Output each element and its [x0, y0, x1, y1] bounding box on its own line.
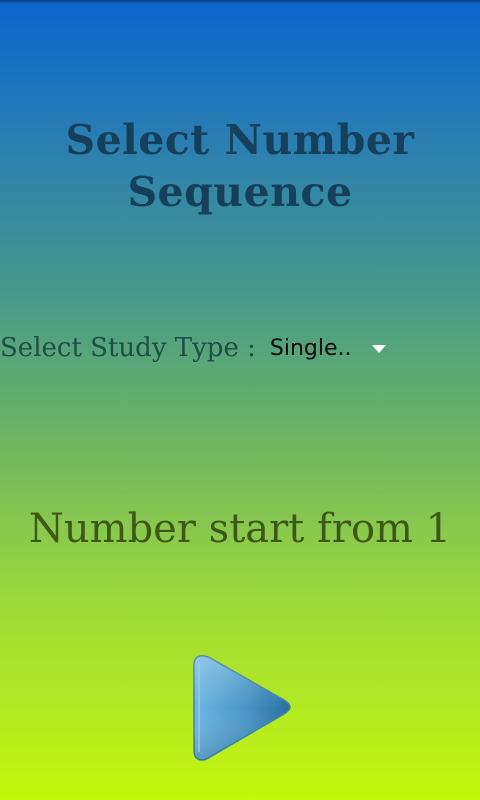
study-type-selected-value: Single..: [269, 335, 352, 361]
page-title-line-1: Select Number: [65, 116, 415, 164]
play-button[interactable]: [190, 652, 294, 764]
dropdown-arrow-icon: [371, 345, 386, 353]
study-type-dropdown[interactable]: Single..: [270, 328, 386, 368]
play-icon: [193, 655, 291, 761]
study-type-label: Select Study Type :: [0, 333, 256, 363]
status-strip: [0, 0, 480, 4]
page-title: Select Number Sequence: [0, 114, 480, 218]
study-type-row: Select Study Type : Single..: [0, 326, 386, 370]
number-start-text: Number start from 1: [28, 506, 452, 552]
page-title-line-2: Sequence: [127, 168, 353, 216]
